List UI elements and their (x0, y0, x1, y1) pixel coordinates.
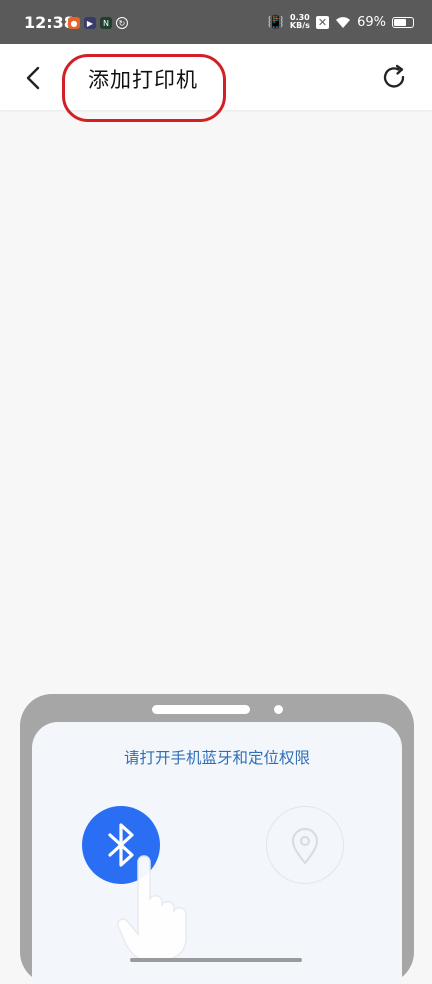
status-right: 📳 0.30 KB/s ✕ 69% (268, 14, 414, 30)
network-speed: 0.30 KB/s (289, 13, 310, 30)
pointing-hand-icon (116, 855, 187, 961)
location-button (266, 806, 344, 884)
location-pin-icon (291, 827, 319, 865)
sync-app-icon: ↻ (116, 17, 128, 29)
phone-illustration: 请打开手机蓝牙和定位权限 (20, 694, 414, 984)
sim-off-icon: ✕ (315, 15, 330, 29)
chevron-left-icon[interactable] (20, 64, 48, 92)
battery-icon (392, 16, 414, 28)
phone-notch-bar (152, 705, 250, 714)
video-app-icon: ▶ (84, 17, 96, 29)
permission-text: 请打开手机蓝牙和定位权限 (123, 749, 310, 767)
title-highlight-annotation (62, 54, 226, 122)
home-indicator[interactable] (130, 958, 302, 962)
phone-screen: 请打开手机蓝牙和定位权限 (32, 722, 402, 984)
notification-app-icon: ● (68, 17, 80, 29)
battery-percent: 69% (357, 14, 386, 30)
vibrate-icon: 📳 (267, 14, 284, 30)
notification-icons: ● ▶ N ↻ (68, 17, 128, 29)
n-app-icon: N (100, 17, 112, 29)
battery-fill (394, 18, 406, 26)
wifi-icon (336, 16, 351, 28)
refresh-icon[interactable] (380, 64, 408, 92)
app-bar: 添加打印机 (0, 44, 432, 122)
status-bar: 12:38 ● ▶ N ↻ 📳 0.30 KB/s ✕ 69% (0, 0, 432, 44)
phone-camera-dot (274, 705, 283, 714)
